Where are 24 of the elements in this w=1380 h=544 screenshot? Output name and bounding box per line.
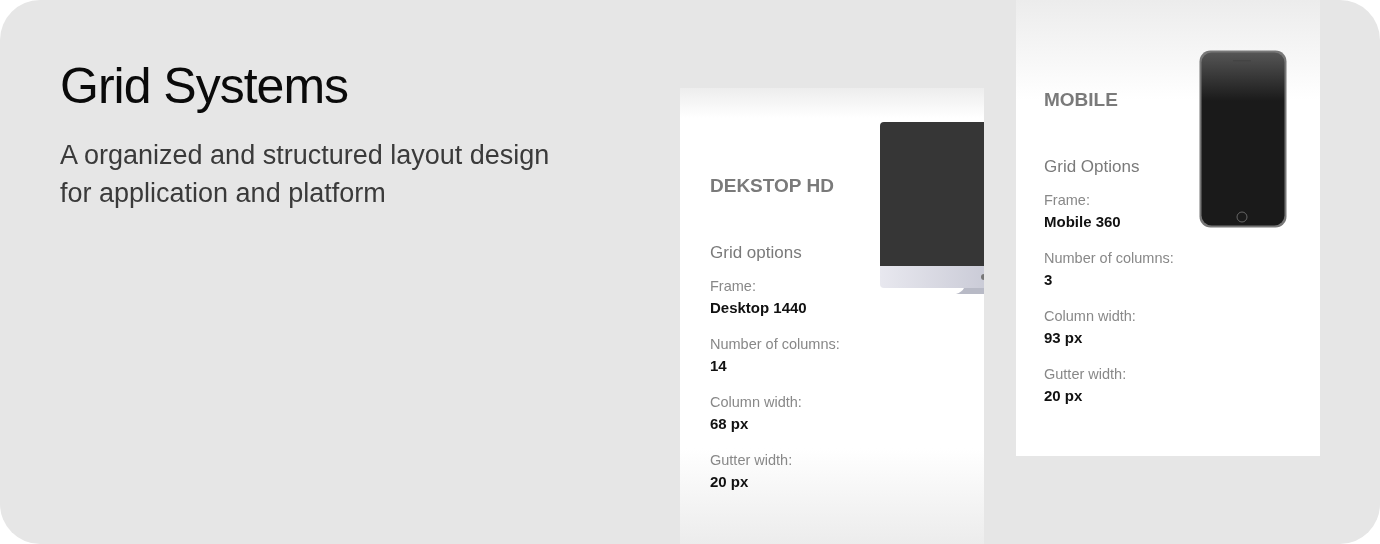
field-label: Number of columns:: [1044, 249, 1175, 268]
field-label: Number of columns:: [710, 335, 841, 354]
field-label: Gutter width:: [1044, 365, 1128, 384]
field-value: 3: [1044, 270, 1054, 290]
field-value: Mobile 360: [1044, 212, 1122, 232]
field-value: 20 px: [710, 472, 750, 492]
card-title: DEKSTOP HD: [710, 174, 835, 198]
field-label: Column width:: [1044, 307, 1137, 326]
field-value: 68 px: [710, 414, 750, 434]
section-heading: Grid options: [710, 242, 803, 264]
field-value: 93 px: [1044, 328, 1084, 348]
section-heading: Grid Options: [1044, 156, 1141, 178]
field-value: Desktop 1440: [710, 298, 808, 318]
field-label: Gutter width:: [710, 451, 794, 470]
phone-icon: [1199, 50, 1287, 228]
field-label: Frame:: [710, 277, 757, 296]
field-label: Column width:: [710, 393, 803, 412]
card-title: MOBILE: [1044, 88, 1119, 112]
field-label: Frame:: [1044, 191, 1091, 210]
monitor-icon: [880, 122, 984, 294]
page-title: Grid Systems: [60, 57, 350, 116]
field-value: 20 px: [1044, 386, 1084, 406]
field-value: 14: [710, 356, 728, 376]
page-subtitle: A organized and structured layout design for application and platform: [60, 139, 551, 210]
